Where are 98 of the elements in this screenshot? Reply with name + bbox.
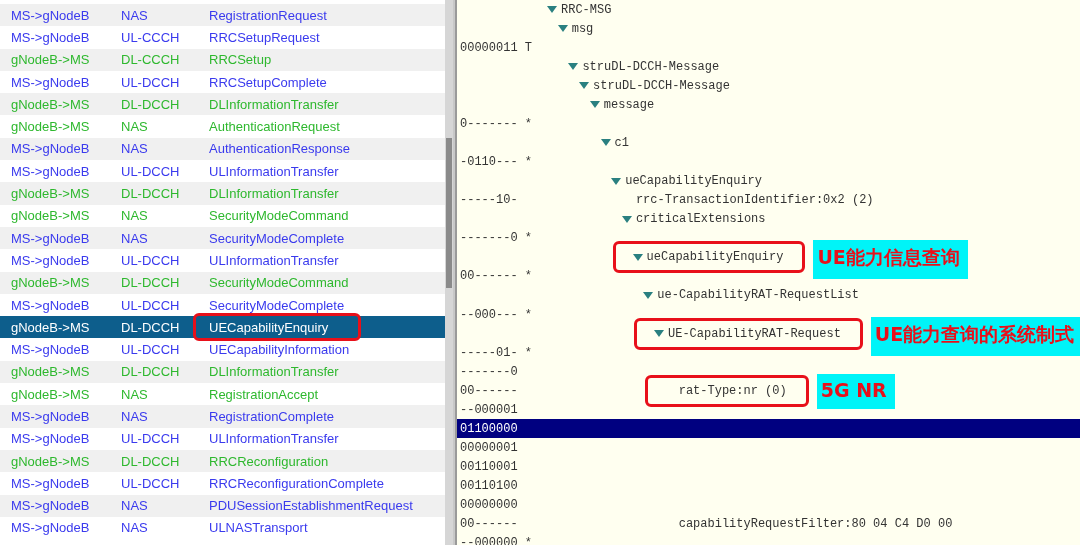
collapse-triangle-icon[interactable] (600, 139, 611, 147)
channel-cell-text: UL-CCCH (120, 28, 181, 47)
annotation-label: UE能力查询的系统制式 (870, 316, 1080, 356)
bit-pattern: -------0 (459, 364, 519, 379)
collapse-triangle-icon[interactable] (611, 177, 622, 185)
message-row[interactable]: MS->gNodeB UL-DCCH UECapabilityInformation (0, 338, 445, 361)
direction-cell-text: MS->gNodeB (10, 474, 91, 493)
direction-cell-text: MS->gNodeB (10, 341, 91, 360)
channel-cell-text: UL-DCCH (120, 341, 181, 360)
bit-pattern: 0------- * (459, 116, 533, 131)
collapse-triangle-icon[interactable] (547, 6, 557, 14)
scrollbar[interactable] (445, 0, 453, 545)
tree-node-label[interactable]: msg (571, 21, 594, 36)
message-row[interactable]: MS->gNodeB NAS AuthenticationResponse (0, 137, 445, 161)
annotation-label: 5G NR (816, 373, 895, 409)
bit-pattern: 00------ (459, 383, 519, 398)
channel-cell-text: NAS (120, 118, 149, 137)
message-row[interactable]: MS->gNodeB NAS RegistrationComplete (0, 405, 445, 428)
tree-node-label[interactable]: ueCapabilityEnquiry (625, 174, 762, 189)
scrollbar-thumb[interactable] (446, 138, 452, 288)
direction-cell-text: MS->gNodeB (10, 430, 91, 449)
channel-cell-text: UL-DCCH (120, 296, 181, 315)
channel-cell-text: NAS (120, 385, 149, 404)
collapse-triangle-icon[interactable] (557, 25, 568, 33)
channel-cell-text: NAS (120, 207, 149, 226)
message-row[interactable]: MS->gNodeB UL-DCCH SecurityModeComplete (0, 293, 445, 317)
collapse-triangle-icon[interactable] (621, 215, 632, 223)
collapse-triangle-icon[interactable] (654, 330, 664, 338)
bit-pattern: 01100000 (459, 421, 519, 436)
message-row[interactable]: MS->gNodeB NAS RegistrationRequest (0, 4, 445, 27)
message-row[interactable]: MS->gNodeB NAS PDUSessionEstablishmentRequest (0, 494, 445, 517)
message-cell-text: RRCSetupComplete (208, 73, 328, 92)
collapse-triangle-icon[interactable] (632, 253, 643, 261)
direction-cell-text: MS->gNodeB (10, 73, 91, 92)
message-row[interactable]: MS->gNodeB NAS ULNASTransport (0, 516, 445, 540)
message-cell-text: AuthenticationRequest (208, 118, 341, 137)
tree-node-label[interactable]: ue-CapabilityRAT-RequestList (657, 288, 859, 303)
annotation-label: UE能力信息查询 (813, 240, 968, 280)
bit-pattern: --000001 (459, 402, 519, 417)
message-cell-text: RRCSetupRequest (208, 28, 321, 47)
message-cell-text: UECapabilityInformation (208, 341, 351, 360)
message-row[interactable]: MS->gNodeB UL-DCCH ULInformationTransfer (0, 249, 445, 272)
tree-node-label[interactable]: RRC-MSG (561, 2, 612, 17)
message-cell-text: SecurityModeComplete (208, 296, 346, 315)
channel-cell-text: UL-DCCH (120, 162, 181, 181)
bit-pattern: 00000011 T (459, 40, 533, 55)
tree-node-label[interactable]: ueCapabilityEnquiry (646, 250, 784, 265)
bit-pattern: 00110100 (459, 479, 519, 494)
message-cell-text: RegistrationAccept (208, 385, 320, 404)
direction-cell-text: MS->gNodeB (10, 162, 91, 181)
message-row[interactable]: MS->gNodeB UL-DCCH ULInformationTransfer (0, 160, 445, 183)
tree-node-label[interactable]: c1 (614, 135, 629, 150)
channel-cell-text: UL-DCCH (120, 251, 181, 270)
collapse-triangle-icon[interactable] (579, 82, 590, 90)
tree-node-label[interactable]: struDL-DCCH-Message (582, 59, 720, 74)
bit-pattern: --000--- * (459, 307, 533, 322)
direction-cell-text: gNodeB->MS (10, 118, 91, 137)
bit-pattern: 00------ * (459, 269, 533, 284)
tree-node-label[interactable]: struDL-DCCH-Message (593, 78, 730, 93)
direction-cell-text: MS->gNodeB (10, 251, 91, 270)
bit-pattern: -------0 * (459, 231, 533, 246)
message-cell-text: SecurityModeCommand (208, 207, 350, 226)
bit-pattern: 00------ (459, 517, 519, 532)
collapse-triangle-icon[interactable] (568, 63, 579, 71)
bit-pattern: 00000000 (459, 498, 519, 513)
tree-node-label[interactable]: rrc-TransactionIdentifier:0x2 (2) (635, 193, 874, 208)
tree-node-label[interactable]: UE-CapabilityRAT-Request (668, 326, 841, 341)
direction-cell-text: MS->gNodeB (10, 519, 91, 538)
message-row[interactable]: MS->gNodeB NAS SecurityModeComplete (0, 226, 445, 250)
direction-cell-text: MS->gNodeB (10, 296, 91, 315)
collapse-triangle-icon[interactable] (643, 291, 654, 299)
bit-pattern: 00110001 (459, 460, 519, 475)
bit-pattern: -0110--- * (459, 155, 533, 170)
tree-node-label[interactable]: criticalExtensions (635, 212, 766, 227)
message-row[interactable]: gNodeB->MS DL-DCCH UECapabilityEnquiry (0, 316, 445, 339)
message-row[interactable]: MS->gNodeB UL-CCCH RRCSetupRequest (0, 26, 445, 49)
message-row[interactable]: MS->gNodeB UL-DCCH ULInformationTransfer (0, 427, 445, 450)
tree-node-label[interactable]: message (603, 97, 655, 112)
message-cell-text: ULInformationTransfer (208, 251, 340, 270)
collapse-triangle-icon[interactable] (589, 101, 600, 109)
direction-cell-text: gNodeB->MS (10, 385, 91, 404)
channel-cell-text: UL-DCCH (120, 73, 181, 92)
message-row[interactable]: MS->gNodeB UL-DCCH RRCReconfigurationComplete (0, 472, 445, 495)
direction-cell-text: gNodeB->MS (10, 207, 91, 226)
channel-cell-text: NAS (120, 519, 149, 538)
channel-cell-text: UL-DCCH (120, 430, 181, 449)
bit-pattern: -----10- (459, 193, 519, 208)
bit-pattern: 00000001 (459, 440, 519, 455)
message-cell-text: ULInformationTransfer (208, 162, 340, 181)
message-cell-text: ULNASTransport (208, 519, 309, 538)
message-cell-text: RRCReconfigurationComplete (208, 474, 385, 493)
message-row[interactable]: MS->gNodeB UL-DCCH RRCSetupComplete (0, 70, 445, 94)
tree-node-label[interactable]: rat-Type:nr (0) (678, 383, 787, 398)
message-cell-text: ULInformationTransfer (208, 430, 340, 449)
bit-pattern: -----01- * (459, 345, 533, 360)
direction-cell-text: MS->gNodeB (10, 28, 91, 47)
tree-node-label[interactable]: capabilityRequestFilter:80 04 C4 D0 00 (678, 517, 953, 532)
channel-cell-text: UL-DCCH (120, 474, 181, 493)
